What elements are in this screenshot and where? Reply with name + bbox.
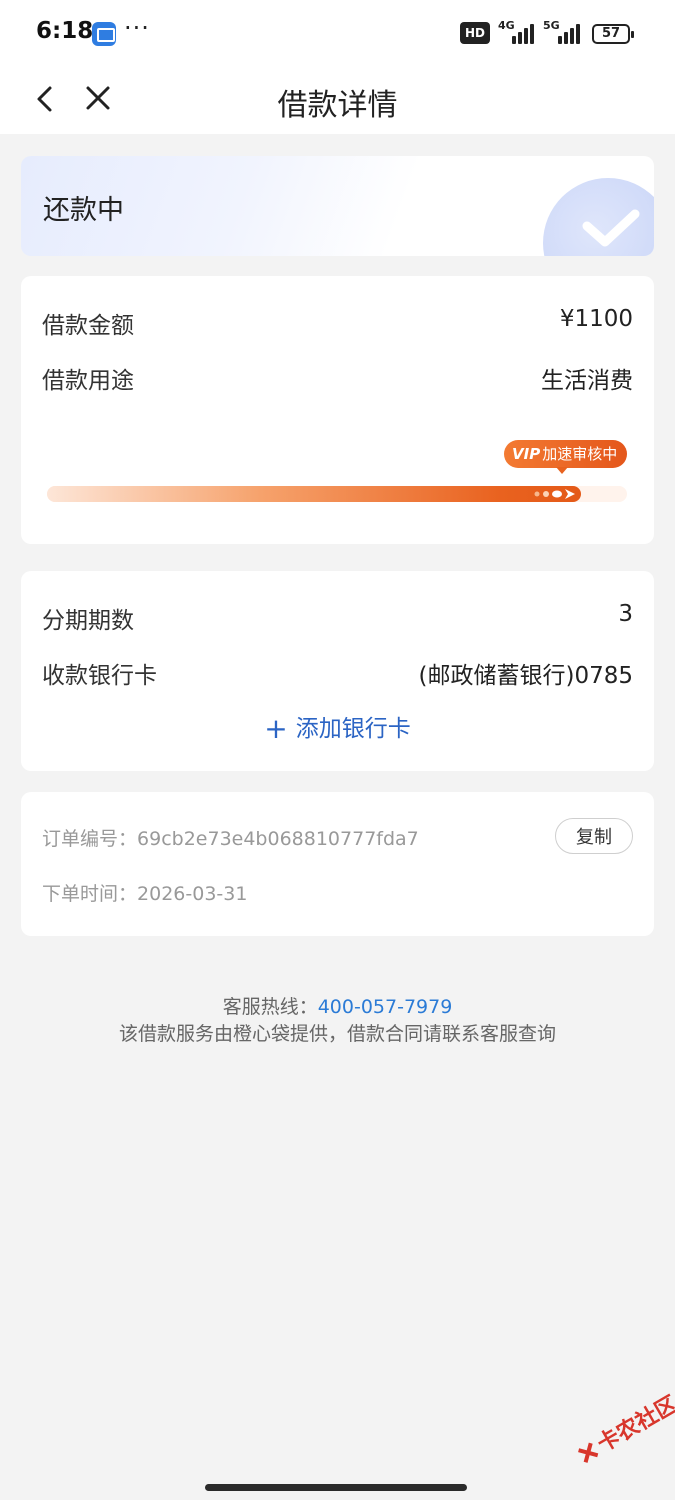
order-number: 订单编号：69cb2e73e4b068810777fda7 [42,824,419,851]
signal-icon [558,22,586,44]
hd-icon: HD [460,22,490,44]
review-progress-fill [47,486,581,502]
copy-order-button[interactable]: 复制 [555,818,633,854]
purpose-value: 生活消费 [541,368,633,394]
hotline-link[interactable]: 400-057-7979 [318,996,453,1018]
periods-label: 分期期数 [42,608,134,634]
order-number-label: 订单编号： [42,828,138,850]
order-time-label: 下单时间： [42,883,138,905]
order-time: 下单时间：2026-03-31 [42,879,247,906]
periods-value: 3 [618,601,633,627]
vip-tag: VIP [512,445,541,463]
status-time: 6:18 [36,18,94,44]
loan-status-card: 还款中 [21,156,654,256]
rocket-icon [534,489,575,499]
service-note: 该借款服务由橙心袋提供，借款合同请联系客服查询 [118,1023,556,1045]
purpose-label: 借款用途 [42,368,134,394]
home-indicator[interactable] [205,1484,467,1491]
app-notification-icon [92,22,116,46]
loan-status-text: 还款中 [43,195,124,226]
watermark-text: 卡农社区 [593,1391,675,1458]
battery-icon: 57 [592,24,634,44]
order-number-value: 69cb2e73e4b068810777fda7 [137,828,419,850]
hotline-label: 客服热线： [222,996,318,1018]
nav-bar: 借款详情 [0,66,675,134]
page-title: 借款详情 [277,88,398,123]
add-bank-card-label: 添加银行卡 [295,716,411,742]
watermark: 卡农社区 [571,1387,675,1470]
review-progress-track [47,486,627,502]
amount-label: 借款金额 [42,313,134,339]
loan-info-card: 借款金额 ¥1100 借款用途 生活消费 VIP 加速审核中 [21,276,654,544]
hotline-line: 客服热线：400-057-7979 [0,992,675,1019]
check-icon [543,178,654,256]
bank-card-value: (邮政储蓄银行)0785 [418,663,633,689]
more-notifications-icon: ··· [124,14,150,42]
order-info-card: 订单编号：69cb2e73e4b068810777fda7 复制 下单时间：20… [21,792,654,936]
installment-card: 分期期数 3 收款银行卡 (邮政储蓄银行)0785 + 添加银行卡 [21,571,654,771]
vip-badge: VIP 加速审核中 [504,440,627,474]
signal-icon [512,22,540,44]
bank-card-label: 收款银行卡 [42,663,157,689]
amount-value: ¥1100 [559,306,633,332]
plus-icon: + [264,712,288,745]
status-bar: 6:18 ··· HD 4G 5G 57 [0,0,675,66]
order-time-value: 2026-03-31 [137,883,248,905]
add-bank-card-button[interactable]: + 添加银行卡 [21,709,654,745]
vip-status-text: 加速审核中 [542,445,618,463]
watermark-logo-icon [578,1442,599,1463]
